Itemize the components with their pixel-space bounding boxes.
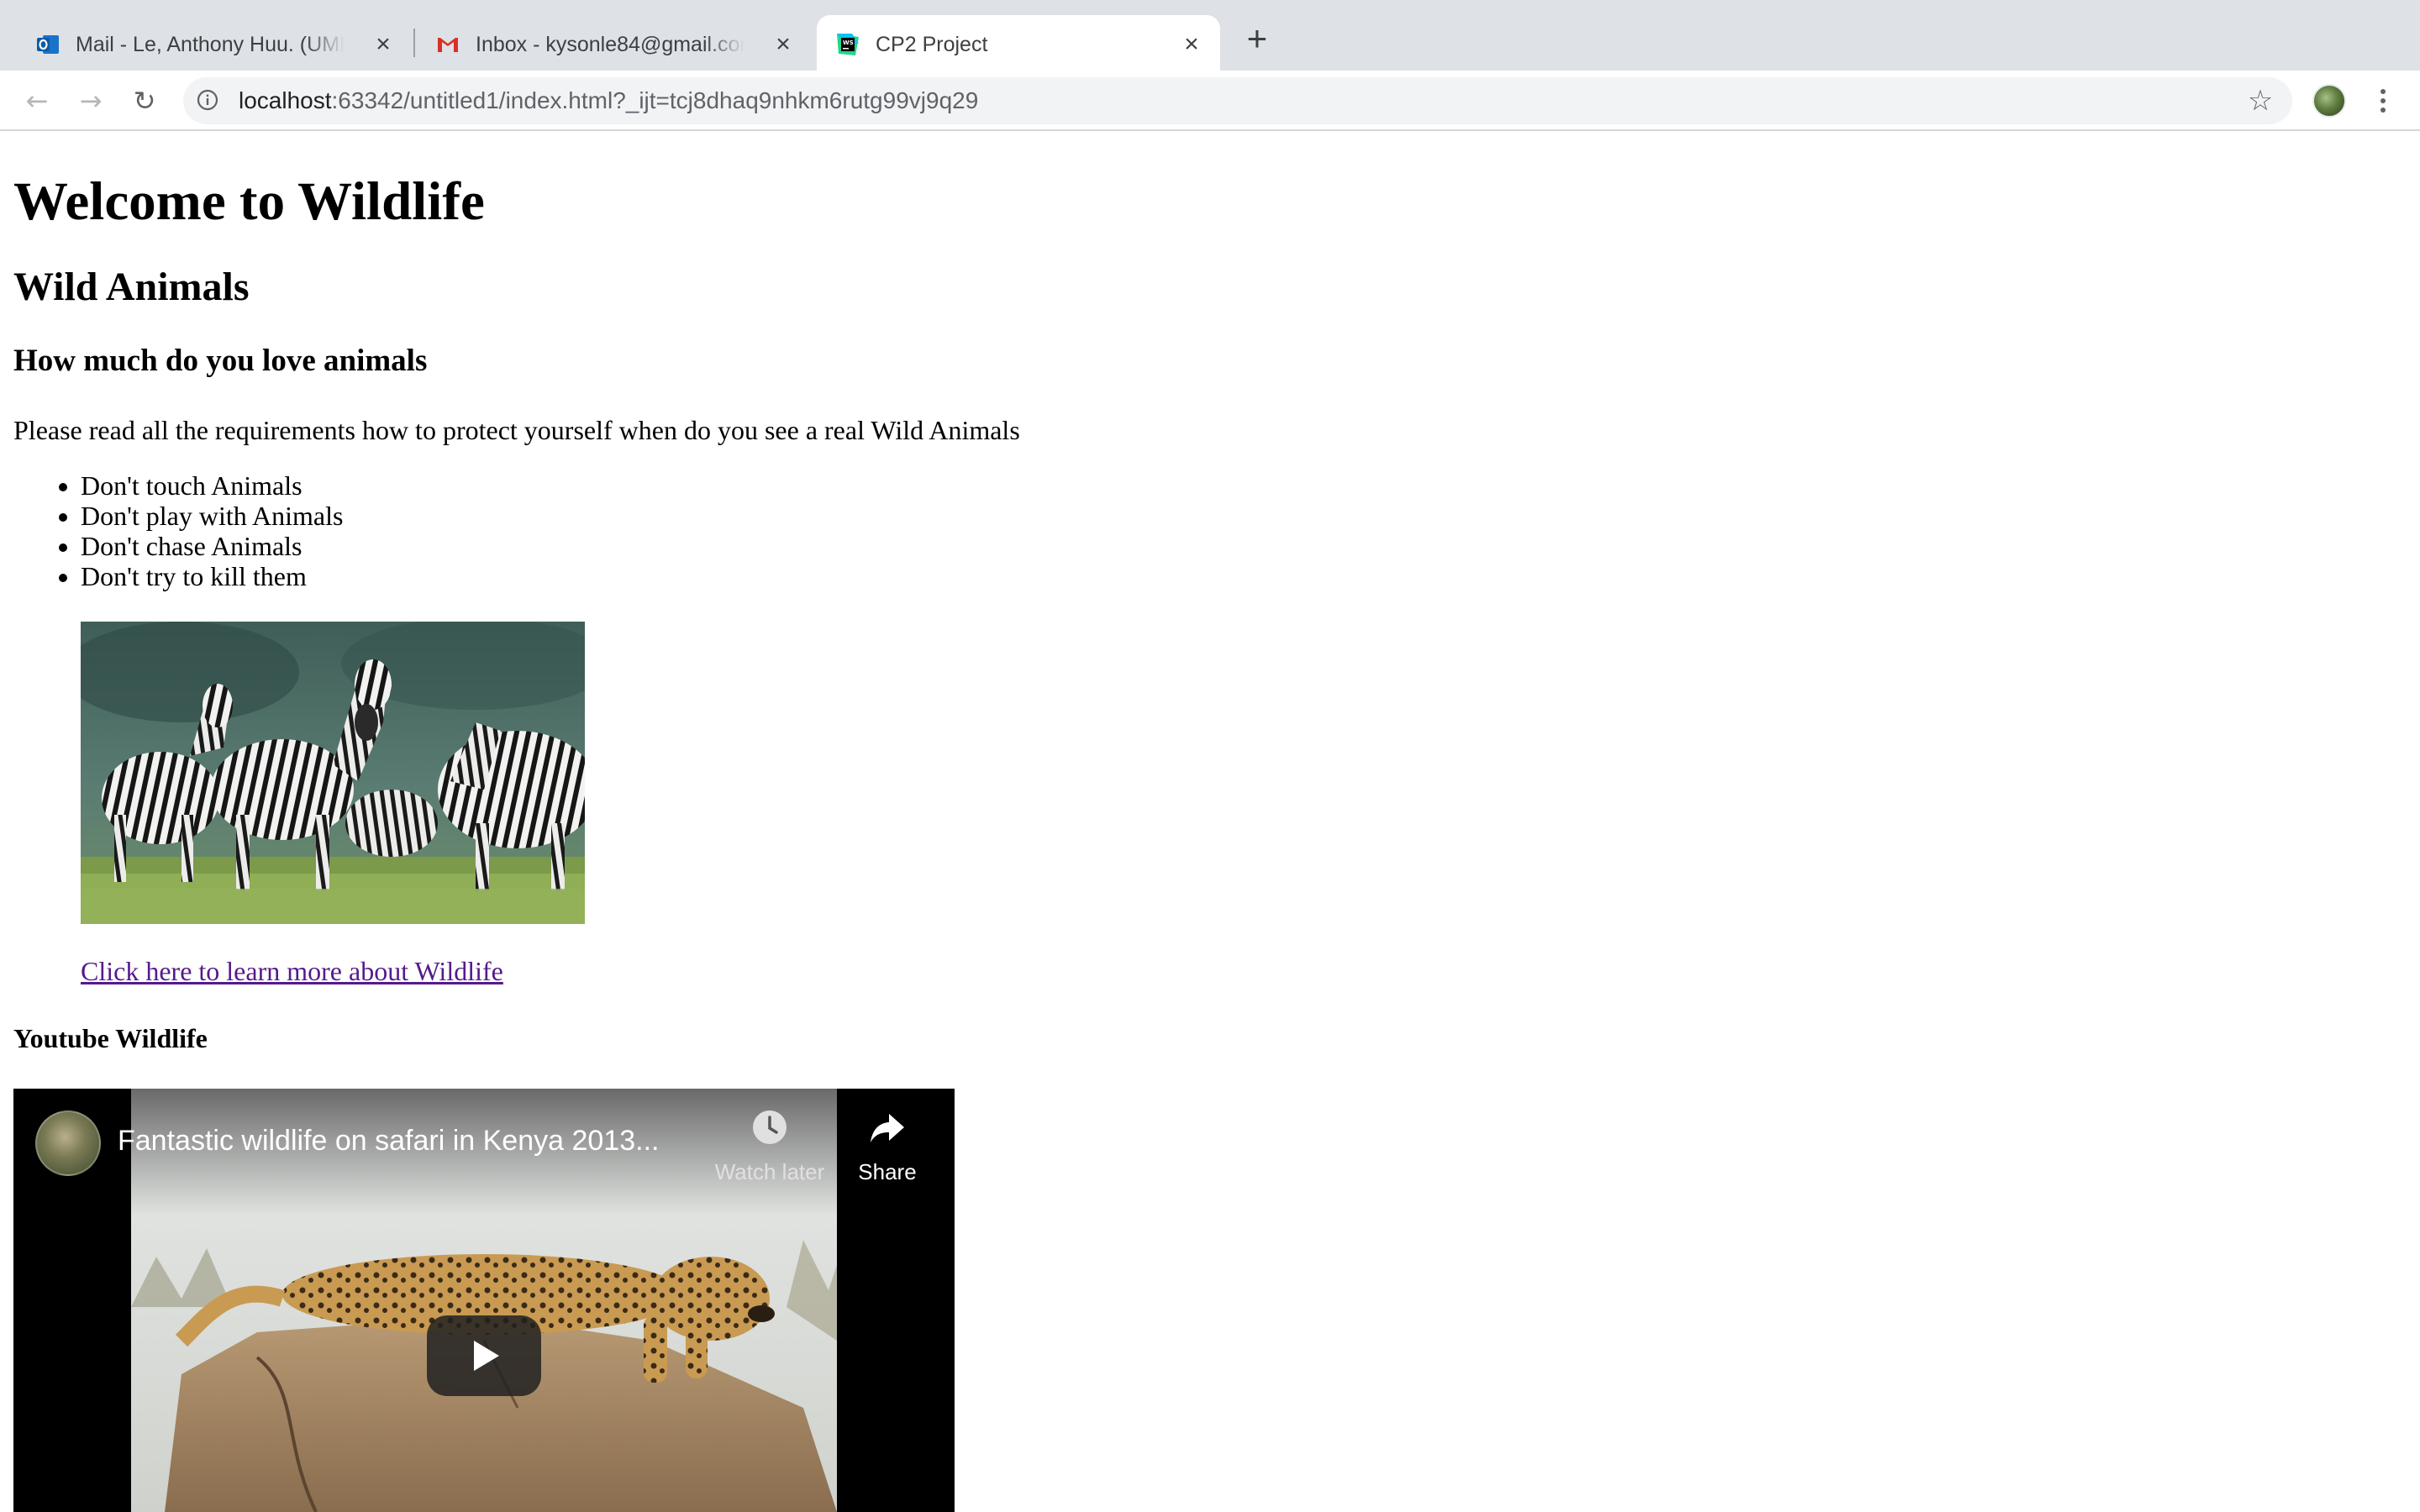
url-path: :63342/untitled1/index.html?_ijt=tcj8dha… bbox=[331, 87, 979, 113]
watch-later-button[interactable]: Watch later bbox=[702, 1107, 837, 1191]
rules-list: Don't touch Animals Don't play with Anim… bbox=[13, 470, 343, 591]
info-icon[interactable] bbox=[197, 89, 218, 111]
browser-menu-icon[interactable] bbox=[2371, 84, 2395, 118]
intro-paragraph: Please read all the requirements how to … bbox=[13, 415, 1020, 445]
youtube-video-embed[interactable]: Fantastic wildlife on safari in Kenya 20… bbox=[13, 1089, 955, 1512]
zebra-image bbox=[81, 622, 585, 924]
clock-icon bbox=[753, 1110, 786, 1144]
tab-gmail-inbox[interactable]: Inbox - kysonle84@gmail.com × bbox=[417, 15, 812, 71]
play-button[interactable] bbox=[427, 1315, 541, 1396]
reload-icon[interactable]: ↻ bbox=[128, 84, 161, 118]
learn-more-link[interactable]: Click here to learn more about Wildlife bbox=[81, 954, 503, 988]
tab-cp2-project[interactable]: WS CP2 Project × bbox=[817, 15, 1220, 71]
svg-text:WS: WS bbox=[843, 39, 854, 46]
page-title: Welcome to Wildlife bbox=[13, 171, 485, 232]
url-host: localhost bbox=[239, 87, 332, 113]
tab-separator bbox=[413, 29, 415, 57]
share-arrow-icon bbox=[871, 1114, 904, 1142]
list-item: Don't touch Animals bbox=[81, 470, 343, 501]
list-item: Don't play with Animals bbox=[81, 501, 343, 531]
tab-outlook-mail[interactable]: Mail - Le, Anthony Huu. (UMKC × bbox=[17, 15, 412, 71]
tab-close-icon[interactable]: × bbox=[371, 32, 395, 57]
webstorm-icon: WS bbox=[837, 34, 859, 55]
tab-close-icon[interactable]: × bbox=[1180, 32, 1203, 57]
new-tab-button[interactable]: + bbox=[1240, 21, 1274, 56]
tab-title: Mail - Le, Anthony Huu. (UMKC bbox=[76, 33, 345, 56]
back-arrow-icon[interactable]: ← bbox=[20, 84, 54, 118]
gmail-icon bbox=[438, 38, 458, 52]
video-title[interactable]: Fantastic wildlife on safari in Kenya 20… bbox=[118, 1122, 706, 1159]
tab-close-icon[interactable]: × bbox=[771, 32, 795, 57]
profile-avatar[interactable] bbox=[2312, 84, 2346, 118]
tab-title: Inbox - kysonle84@gmail.com bbox=[476, 33, 744, 56]
share-button[interactable]: Share bbox=[845, 1107, 929, 1191]
tab-title: CP2 Project bbox=[876, 33, 988, 56]
outlook-icon bbox=[37, 35, 59, 54]
url-text[interactable]: localhost:63342/untitled1/index.html?_ij… bbox=[239, 87, 978, 114]
watch-later-label: Watch later bbox=[714, 1159, 825, 1184]
section-heading: Wild Animals bbox=[13, 265, 250, 309]
page-content: Welcome to Wildlife Wild Animals How muc… bbox=[0, 131, 2420, 1512]
browser-toolbar: ← → ↻ localhost:63342/untitled1/index.ht… bbox=[0, 71, 2420, 131]
address-bar[interactable]: localhost:63342/untitled1/index.html?_ij… bbox=[183, 77, 2292, 124]
subsection-heading: How much do you love animals bbox=[13, 344, 428, 378]
forward-arrow-icon[interactable]: → bbox=[74, 84, 108, 118]
tab-strip: Mail - Le, Anthony Huu. (UMKC × Inbox - … bbox=[0, 0, 2420, 71]
channel-avatar[interactable] bbox=[35, 1110, 101, 1176]
share-label: Share bbox=[858, 1159, 917, 1184]
bookmark-star-icon[interactable]: ☆ bbox=[2245, 86, 2275, 116]
list-item: Don't try to kill them bbox=[81, 561, 343, 591]
youtube-heading: Youtube Wildlife bbox=[13, 1023, 208, 1053]
list-item: Don't chase Animals bbox=[81, 531, 343, 561]
play-icon bbox=[474, 1341, 499, 1371]
